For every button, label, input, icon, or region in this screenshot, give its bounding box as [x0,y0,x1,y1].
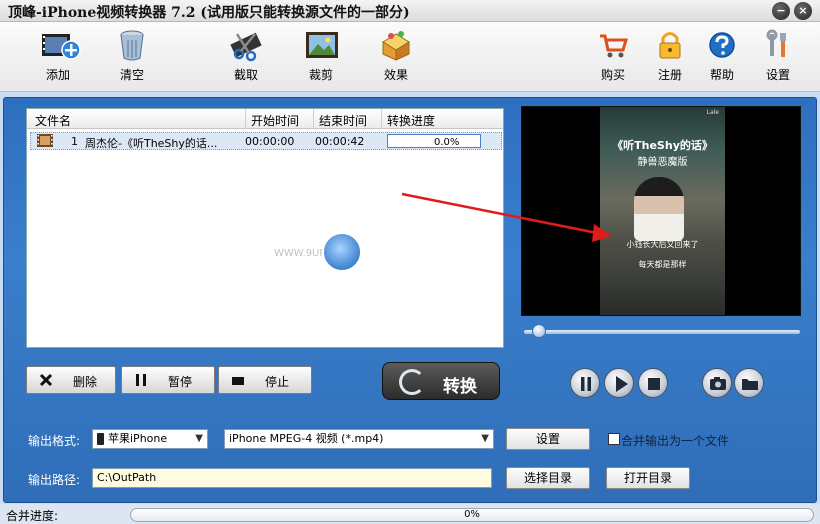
effect-label: 效果 [383,68,408,82]
main-panel: 文件名 开始时间 结束时间 转换进度 1 周杰伦-《听TheShy的话... 0… [3,97,817,503]
output-path-label: 输出路径: [28,473,81,487]
trash-can-icon [115,28,149,62]
buy-label: 购买 [600,68,625,82]
folder-icon [742,379,758,390]
delete-button[interactable]: 删除 [26,366,116,394]
player-pause-button[interactable] [570,368,600,398]
register-button[interactable]: 注册 [642,28,698,88]
column-header-filename[interactable]: 文件名 [35,112,71,129]
output-format-label: 输出格式: [28,434,81,448]
merge-output-label: 合并输出为一个文件 [621,434,730,448]
picture-frame-icon [304,28,338,62]
pause-bars-icon [134,373,148,390]
play-icon [616,376,628,392]
help-icon [705,28,739,62]
minimize-icon: − [776,4,786,17]
column-header-start[interactable]: 开始时间 [251,112,299,129]
brand-tag: Lale [706,109,719,116]
open-directory-button[interactable]: 打开目录 [606,467,690,489]
buy-button[interactable]: 购买 [585,28,641,88]
row-filename: 周杰伦-《听TheShy的话... [85,137,218,150]
toolbar: 添加 清空 截取 裁剪 效果 购买 注册 帮助 设置 [0,22,820,92]
shopping-cart-icon [596,28,630,62]
lock-icon [653,28,687,62]
watermark-title: 久友下载站 [366,242,497,272]
preview-title: 《听TheShy的话》 [612,139,713,152]
chevron-down-icon: ▼ [481,433,489,444]
watermark-logo-icon [322,232,362,272]
convert-button[interactable]: 转换 [382,362,500,400]
clear-label: 清空 [119,68,144,82]
format-select[interactable]: iPhone MPEG-4 视频 (*.mp4) ▼ [224,429,494,449]
close-button[interactable]: × [794,2,812,20]
preview-subtitle: 静兽恶魔版 [637,157,688,168]
clip-button[interactable]: 截取 [218,28,274,88]
row-end-time: 00:00:42 [315,135,365,148]
merge-output-checkbox[interactable] [608,433,620,445]
merge-progress-bar: 0% [130,508,814,522]
title-bar: 顶峰-iPhone视频转换器 7.2 (试用版只能转换源文件的一部分) − × [0,0,820,22]
file-list-header: 文件名 开始时间 结束时间 转换进度 [27,109,503,129]
device-select[interactable]: 苹果iPhone ▼ [92,429,208,449]
watermark-url: Www.9UPK.Com [374,270,480,285]
row-progress-text: 0.0% [434,137,460,148]
snapshot-button[interactable] [702,368,732,398]
scissors-film-icon [229,28,263,62]
output-path-input[interactable]: C:\OutPath [92,468,492,488]
chevron-down-icon: ▼ [195,433,203,444]
pause-icon [581,377,591,391]
minimize-button[interactable]: − [772,2,790,20]
register-label: 注册 [657,68,682,82]
settings-button[interactable]: 设置 [750,28,806,88]
delete-x-icon [39,373,53,390]
open-snapshot-folder-button[interactable] [734,368,764,398]
seek-track[interactable] [524,330,800,334]
close-icon: × [798,4,808,17]
stop-button[interactable]: 停止 [218,366,312,394]
help-label: 帮助 [709,68,734,82]
add-label: 添加 [45,68,70,82]
merge-progress-label: 合并进度: [6,509,59,523]
delete-label: 删除 [73,375,98,389]
film-add-icon [41,28,81,62]
player-stop-button[interactable] [638,368,668,398]
player-play-button[interactable] [604,368,634,398]
crop-button[interactable]: 裁剪 [293,28,349,88]
add-button[interactable]: 添加 [30,28,86,88]
settings-label: 设置 [765,68,790,82]
phone-icon [97,433,104,445]
format-select-value: iPhone MPEG-4 视频 (*.mp4) [229,432,384,445]
table-row[interactable]: 1 周杰伦-《听TheShy的话... 00:00:00 00:00:42 0.… [30,132,502,150]
window-title: 顶峰-iPhone视频转换器 7.2 (试用版只能转换源文件的一部分) [8,5,410,21]
format-settings-button[interactable]: 设置 [506,428,590,450]
seek-handle[interactable] [532,324,546,338]
camera-icon [710,377,726,390]
pause-label: 暂停 [168,375,193,389]
effect-button[interactable]: 效果 [368,28,424,88]
help-button[interactable]: 帮助 [694,28,750,88]
row-progress-bar: 0.0% [387,134,481,148]
effect-box-icon [379,28,413,62]
stop-label: 停止 [265,375,290,389]
row-index: 1 [71,135,78,148]
crop-label: 裁剪 [308,68,333,82]
device-select-value: 苹果iPhone [108,432,168,445]
convert-label: 转换 [443,377,477,397]
column-header-progress[interactable]: 转换进度 [387,112,435,129]
tools-icon [761,28,795,62]
choose-directory-button[interactable]: 选择目录 [506,467,590,489]
merge-progress-text: 0% [464,509,480,520]
preview-caption-low: 每天都是那样 [638,260,687,269]
row-start-time: 00:00:00 [245,135,295,148]
clear-button[interactable]: 清空 [104,28,160,88]
film-file-icon [37,134,53,150]
status-bar: 合并进度: 0% [0,504,820,524]
column-header-end[interactable]: 结束时间 [319,112,367,129]
stop-icon [648,378,660,390]
clip-label: 截取 [233,68,258,82]
refresh-icon [399,369,425,395]
pause-button[interactable]: 暂停 [121,366,215,394]
person-figure [634,177,684,241]
stop-square-icon [231,373,245,390]
